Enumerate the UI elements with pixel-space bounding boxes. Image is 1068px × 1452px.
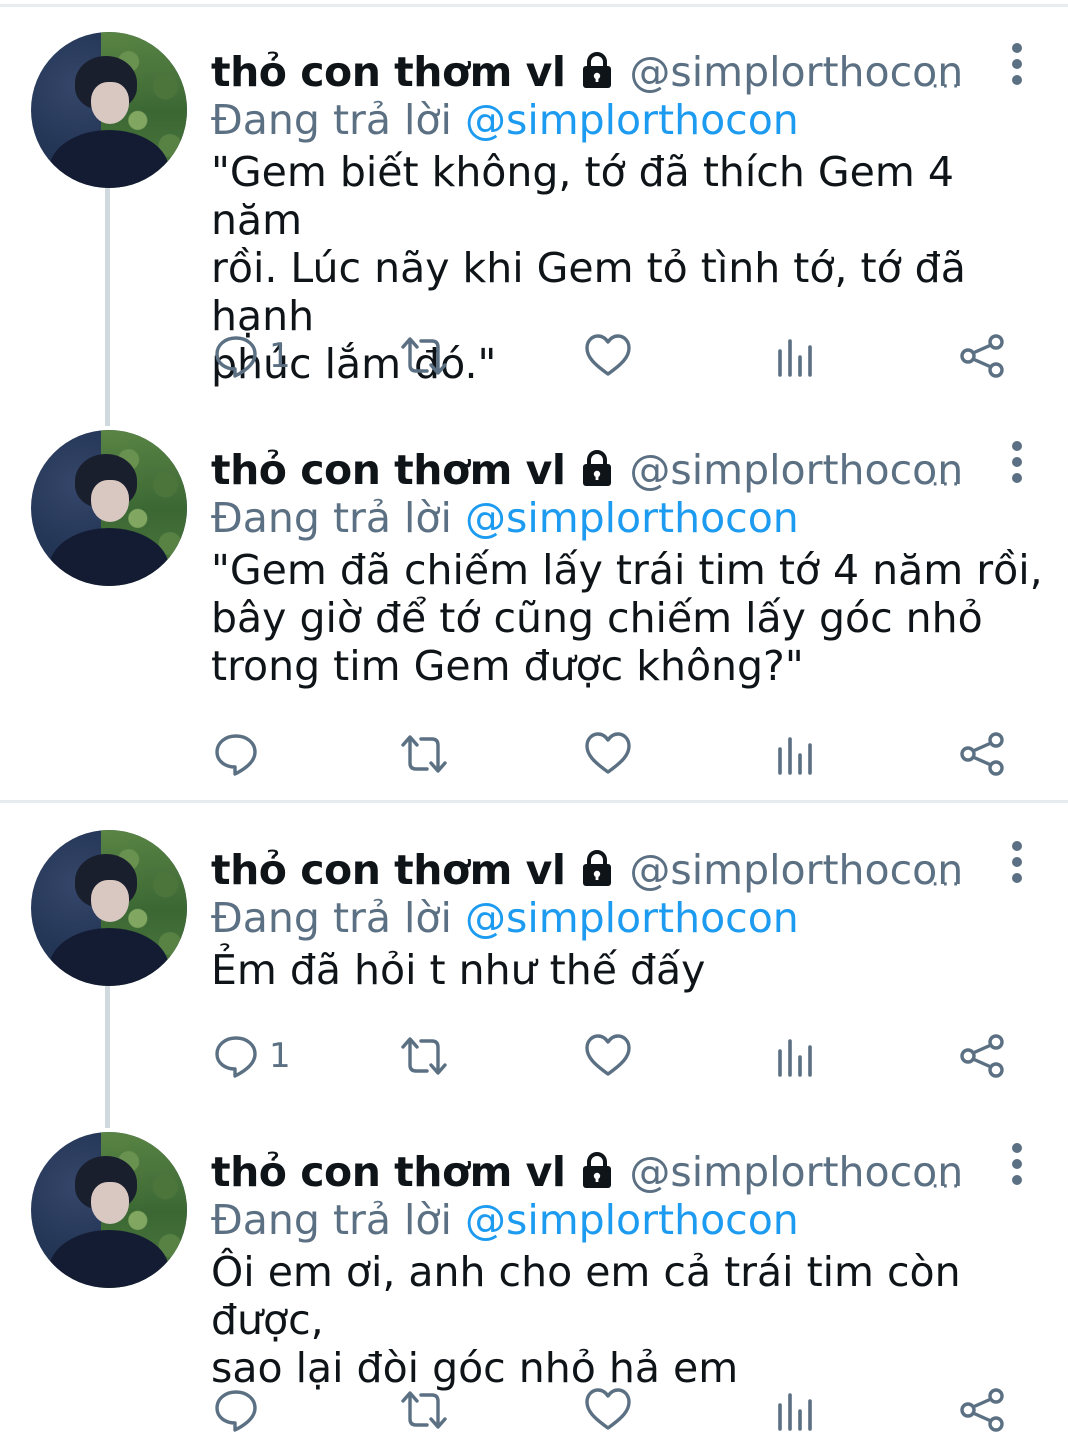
like-button[interactable] xyxy=(584,326,632,386)
tweet-header: thỏ con thơm vl @simplorthocon xyxy=(211,844,991,898)
reply-button[interactable] xyxy=(213,724,269,784)
more-vertical-icon[interactable] xyxy=(1003,836,1031,896)
replying-to: Đang trả lời @simplorthocon xyxy=(211,96,799,144)
share-button[interactable] xyxy=(958,1380,1006,1440)
replying-to-label: Đang trả lời xyxy=(211,96,452,144)
lock-icon xyxy=(577,1150,617,1190)
avatar-face xyxy=(91,880,129,922)
analytics-icon xyxy=(778,1393,812,1431)
share-button[interactable] xyxy=(958,724,1006,784)
avatar-face xyxy=(91,1182,129,1224)
tweet-header: thỏ con thơm vl @simplorthocon xyxy=(211,444,991,498)
replying-to-handle[interactable]: @simplorthocon xyxy=(465,1196,799,1244)
thread-divider xyxy=(0,800,1068,803)
user-handle[interactable]: @simplorthocon xyxy=(629,1148,963,1196)
analytics-button[interactable] xyxy=(776,724,816,784)
tweet-header: thỏ con thơm vl @simplorthocon xyxy=(211,1146,991,1200)
replying-to-handle[interactable]: @simplorthocon xyxy=(465,894,799,942)
truncation-dots: ··· xyxy=(931,470,962,500)
retweet-icon xyxy=(401,735,447,773)
reply-button[interactable]: 1 xyxy=(213,326,291,386)
like-icon xyxy=(585,732,631,774)
display-name[interactable]: thỏ con thơm vl xyxy=(211,48,566,96)
user-handle[interactable]: @simplorthocon xyxy=(629,48,963,96)
retweet-button[interactable] xyxy=(397,1026,451,1086)
replying-to-handle[interactable]: @simplorthocon xyxy=(465,494,799,542)
like-icon xyxy=(585,334,631,376)
user-handle[interactable]: @simplorthocon xyxy=(629,446,963,494)
avatar[interactable] xyxy=(31,32,187,188)
top-divider xyxy=(0,4,1068,7)
replying-to: Đang trả lời @simplorthocon xyxy=(211,1196,799,1244)
reply-button[interactable] xyxy=(213,1380,269,1440)
tweet-text: Ôi em ơi, anh cho em cả trái tim còn đượ… xyxy=(211,1248,961,1392)
analytics-icon xyxy=(778,737,812,775)
display-name[interactable]: thỏ con thơm vl xyxy=(211,1148,566,1196)
lock-icon xyxy=(577,448,617,488)
replying-to-handle[interactable]: @simplorthocon xyxy=(465,96,799,144)
analytics-icon xyxy=(778,339,812,377)
replying-to-label: Đang trả lời xyxy=(211,494,452,542)
truncation-dots: ··· xyxy=(931,870,962,900)
like-button[interactable] xyxy=(584,1026,632,1086)
tweet-actions: 1 xyxy=(0,326,1068,386)
retweet-icon xyxy=(401,337,447,375)
like-icon xyxy=(585,1388,631,1430)
avatar-face xyxy=(91,480,129,522)
retweet-icon xyxy=(401,1391,447,1429)
reply-icon xyxy=(215,1036,257,1078)
like-icon xyxy=(585,1034,631,1076)
avatar[interactable] xyxy=(31,430,187,586)
more-vertical-icon[interactable] xyxy=(1003,436,1031,496)
reply-button[interactable]: 1 xyxy=(213,1026,291,1086)
display-name[interactable]: thỏ con thơm vl xyxy=(211,846,566,894)
avatar-face xyxy=(91,82,129,124)
share-button[interactable] xyxy=(958,326,1006,386)
replying-to-label: Đang trả lời xyxy=(211,1196,452,1244)
display-name[interactable]: thỏ con thơm vl xyxy=(211,446,566,494)
avatar[interactable] xyxy=(31,830,187,986)
retweet-button[interactable] xyxy=(397,326,451,386)
more-vertical-icon[interactable] xyxy=(1003,38,1031,98)
lock-icon xyxy=(577,848,617,888)
reply-count: 1 xyxy=(269,1036,291,1076)
reply-icon xyxy=(215,734,257,776)
retweet-button[interactable] xyxy=(397,1380,451,1440)
replying-to-label: Đang trả lời xyxy=(211,894,452,942)
like-button[interactable] xyxy=(584,724,632,784)
tweet-actions: 1 xyxy=(0,1026,1068,1086)
truncation-dots: ··· xyxy=(931,1172,962,1202)
more-vertical-icon[interactable] xyxy=(1003,1138,1031,1198)
replying-to: Đang trả lời @simplorthocon xyxy=(211,494,799,542)
share-icon xyxy=(960,1388,1004,1432)
analytics-icon xyxy=(778,1039,812,1077)
share-icon xyxy=(960,1034,1004,1078)
thread-connector-line xyxy=(105,188,110,426)
lock-icon xyxy=(577,50,617,90)
truncation-dots: ··· xyxy=(931,72,962,102)
tweet-text: "Gem đã chiếm lấy trái tim tớ 4 năm rồi,… xyxy=(211,546,1043,690)
share-icon xyxy=(960,334,1004,378)
tweet-text: Ẻm đã hỏi t như thế đấy xyxy=(211,946,706,994)
tweet-header: thỏ con thơm vl @simplorthocon xyxy=(211,46,991,100)
retweet-icon xyxy=(401,1037,447,1075)
analytics-button[interactable] xyxy=(776,326,816,386)
analytics-button[interactable] xyxy=(776,1026,816,1086)
reply-icon xyxy=(215,336,257,378)
share-button[interactable] xyxy=(958,1026,1006,1086)
avatar[interactable] xyxy=(31,1132,187,1288)
tweet-actions xyxy=(0,1380,1068,1440)
tweet-actions xyxy=(0,724,1068,784)
retweet-button[interactable] xyxy=(397,724,451,784)
reply-count: 1 xyxy=(269,336,291,376)
analytics-button[interactable] xyxy=(776,1380,816,1440)
like-button[interactable] xyxy=(584,1380,632,1440)
user-handle[interactable]: @simplorthocon xyxy=(629,846,963,894)
reply-icon xyxy=(215,1390,257,1432)
replying-to: Đang trả lời @simplorthocon xyxy=(211,894,799,942)
share-icon xyxy=(960,732,1004,776)
